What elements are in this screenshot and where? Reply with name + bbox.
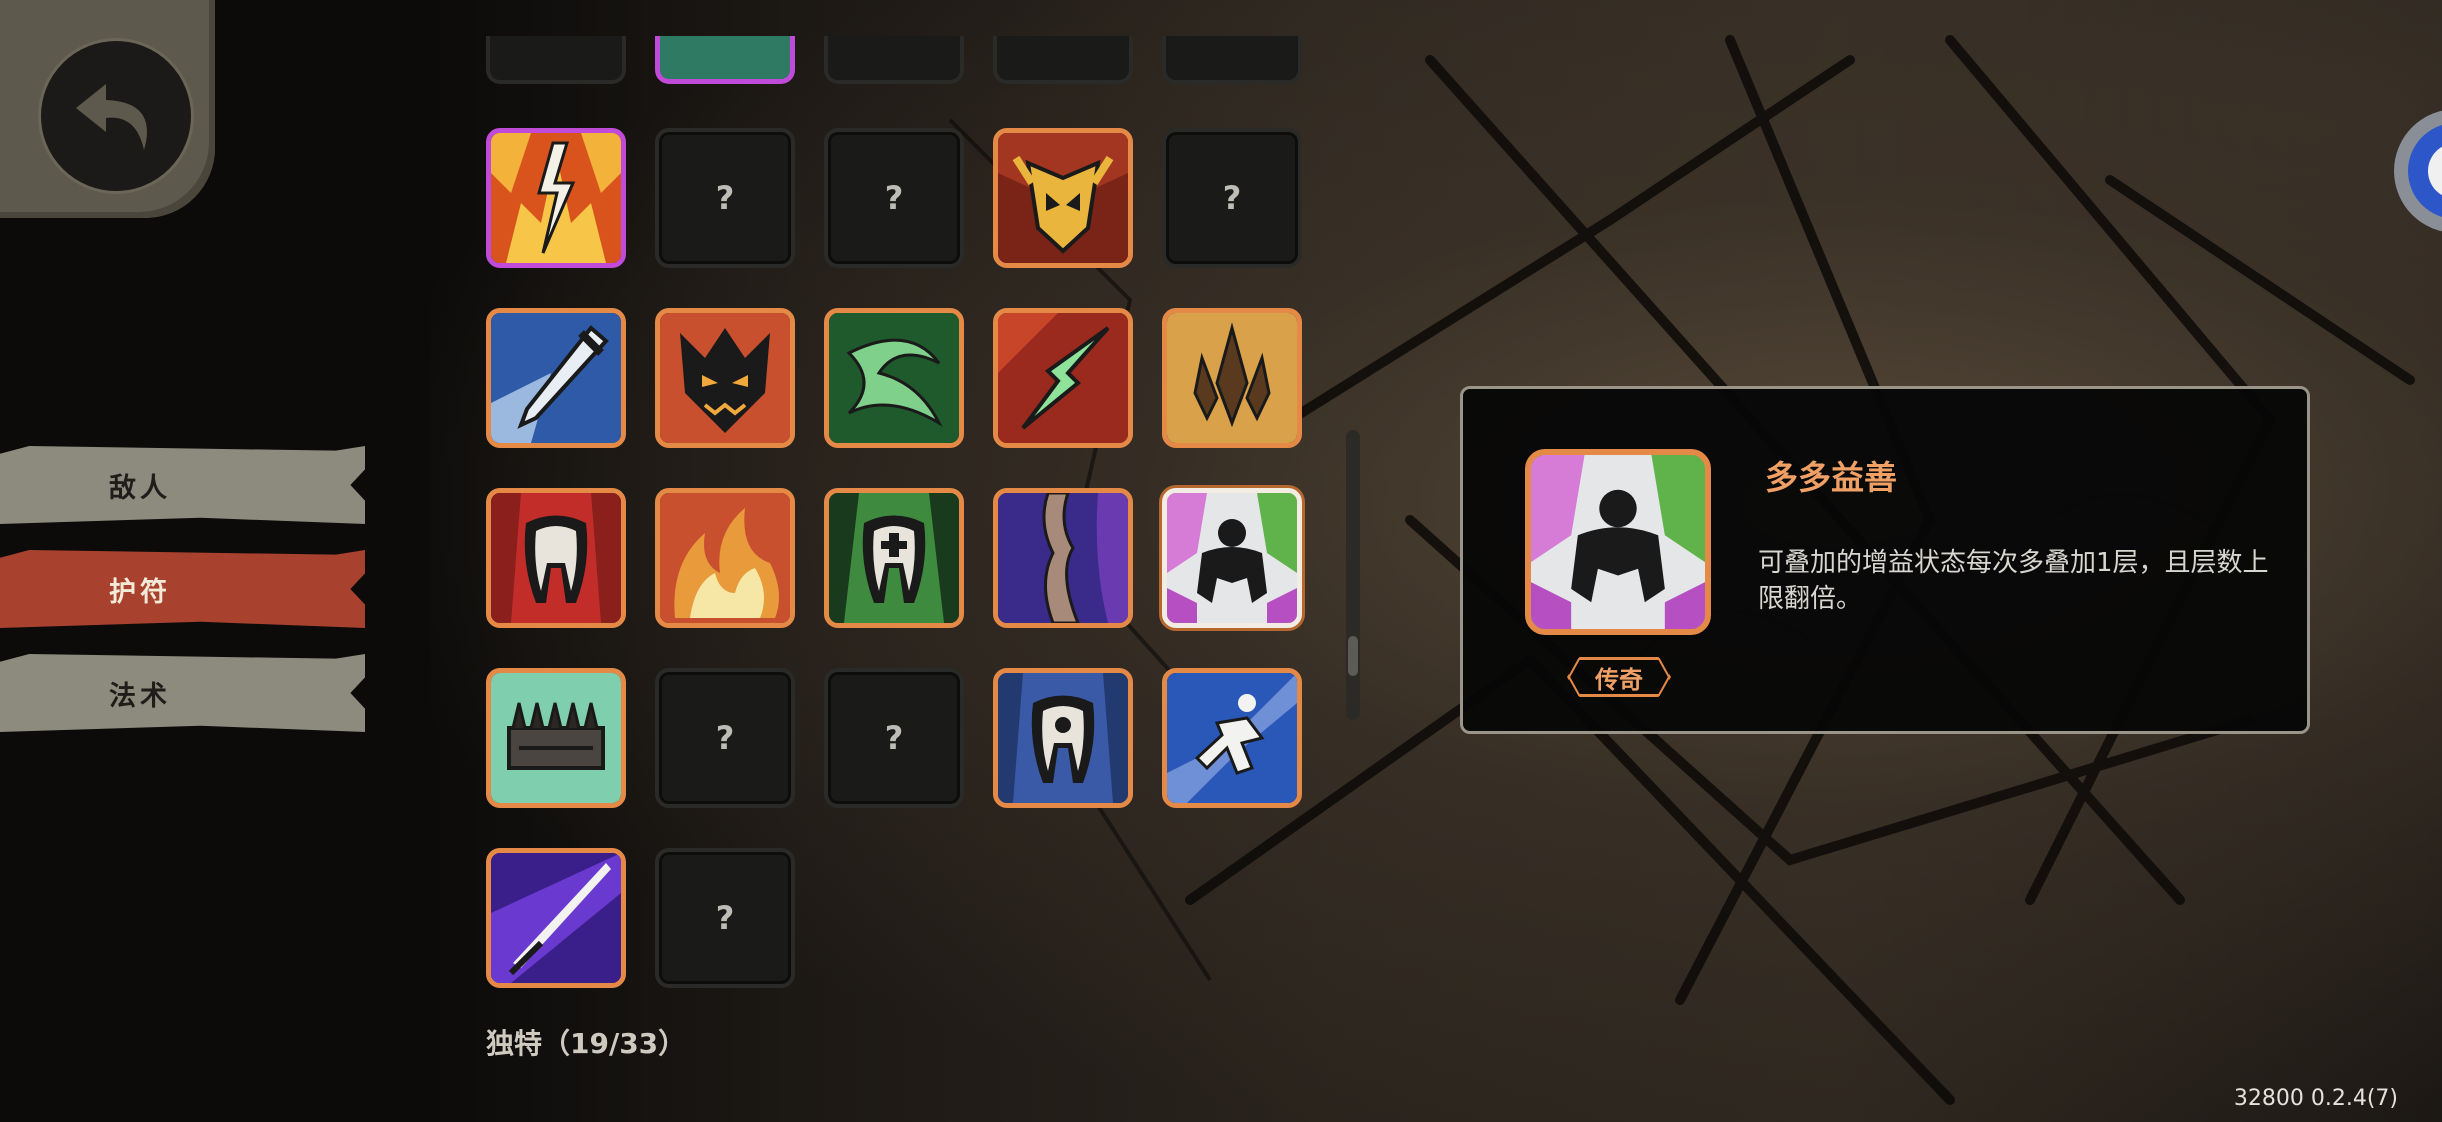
charm-slot-flame[interactable] — [655, 488, 795, 628]
green-blade-icon — [998, 313, 1128, 443]
detail-icon-frame — [1525, 449, 1711, 635]
running-figure-icon — [1167, 673, 1297, 803]
crouching-figure-icon — [1531, 455, 1705, 629]
charm-slot-selected[interactable] — [1162, 488, 1302, 628]
blue-tooth-icon — [998, 673, 1128, 803]
locked-slot[interactable]: ? — [655, 668, 795, 808]
flame-icon — [660, 493, 790, 623]
unknown-mark: ? — [715, 719, 735, 757]
locked-slot[interactable]: ? — [824, 128, 964, 268]
dagger-strike-icon — [491, 313, 621, 443]
category-count-label: 独特（19/33） — [486, 1027, 687, 1060]
unknown-mark: ? — [884, 719, 904, 757]
scrollbar-thumb[interactable] — [1348, 636, 1358, 676]
unknown-mark: ? — [1222, 179, 1242, 217]
green-swirl-icon — [829, 313, 959, 443]
tab-charms[interactable]: 护符 — [0, 550, 365, 628]
golden-crystal-icon — [1167, 313, 1297, 443]
partial-slot[interactable] — [824, 36, 964, 84]
golden-helmet-icon — [998, 133, 1128, 263]
version-label: 32800 0.2.4(7) — [2233, 1086, 2398, 1111]
partial-slot[interactable] — [655, 36, 795, 84]
purple-slash-icon — [491, 853, 621, 983]
charm-slot-rift[interactable] — [993, 488, 1133, 628]
locked-slot[interactable]: ? — [1162, 128, 1302, 268]
back-arrow-icon — [38, 38, 194, 194]
charm-slot-helmet[interactable] — [993, 128, 1133, 268]
healing-tooth-icon — [829, 493, 959, 623]
partial-slot[interactable] — [1162, 36, 1302, 84]
unknown-mark: ? — [715, 179, 735, 217]
charm-slot-blade[interactable] — [993, 308, 1133, 448]
charm-slot-demon[interactable] — [655, 308, 795, 448]
scrollbar-track[interactable] — [1346, 430, 1360, 720]
charm-slot-swirl[interactable] — [824, 308, 964, 448]
charm-slot-healing-tooth[interactable] — [824, 488, 964, 628]
charm-detail-panel: 传奇 多多益善 可叠加的增益状态每次多叠加1层，且层数上限翻倍。 — [1460, 386, 2310, 734]
charm-slot-red-tooth[interactable] — [486, 488, 626, 628]
charm-slot-spiked-plate[interactable] — [486, 668, 626, 808]
charm-slot-blue-tooth[interactable] — [993, 668, 1133, 808]
rarity-badge: 传奇 — [1567, 657, 1671, 697]
red-tooth-icon — [491, 493, 621, 623]
unknown-mark: ? — [715, 899, 735, 937]
spiked-plate-icon — [491, 673, 621, 803]
locked-slot[interactable]: ? — [655, 128, 795, 268]
unknown-mark: ? — [884, 179, 904, 217]
charm-slot-crystal[interactable] — [1162, 308, 1302, 448]
locked-slot[interactable]: ? — [655, 848, 795, 988]
demon-face-icon — [660, 313, 790, 443]
side-ring-button[interactable] — [2366, 96, 2442, 246]
tab-enemies[interactable]: 敌人 — [0, 446, 365, 524]
charm-slot-purple-slash[interactable] — [486, 848, 626, 988]
rarity-label: 传奇 — [1595, 665, 1643, 694]
charm-slot-lightning[interactable] — [486, 128, 626, 268]
detail-description: 可叠加的增益状态每次多叠加1层，且层数上限翻倍。 — [1758, 548, 2269, 614]
purple-rift-icon — [998, 493, 1128, 623]
detail-title: 多多益善 — [1765, 458, 1897, 497]
charm-slot-runner[interactable] — [1162, 668, 1302, 808]
lightning-burst-icon — [491, 133, 621, 263]
tab-spells[interactable]: 法术 — [0, 654, 365, 732]
charm-slot-dagger[interactable] — [486, 308, 626, 448]
partial-slot[interactable] — [993, 36, 1133, 84]
locked-slot[interactable]: ? — [824, 668, 964, 808]
partial-slot[interactable] — [486, 36, 626, 84]
back-button[interactable] — [0, 0, 215, 218]
crouching-figure-icon — [1167, 493, 1297, 623]
